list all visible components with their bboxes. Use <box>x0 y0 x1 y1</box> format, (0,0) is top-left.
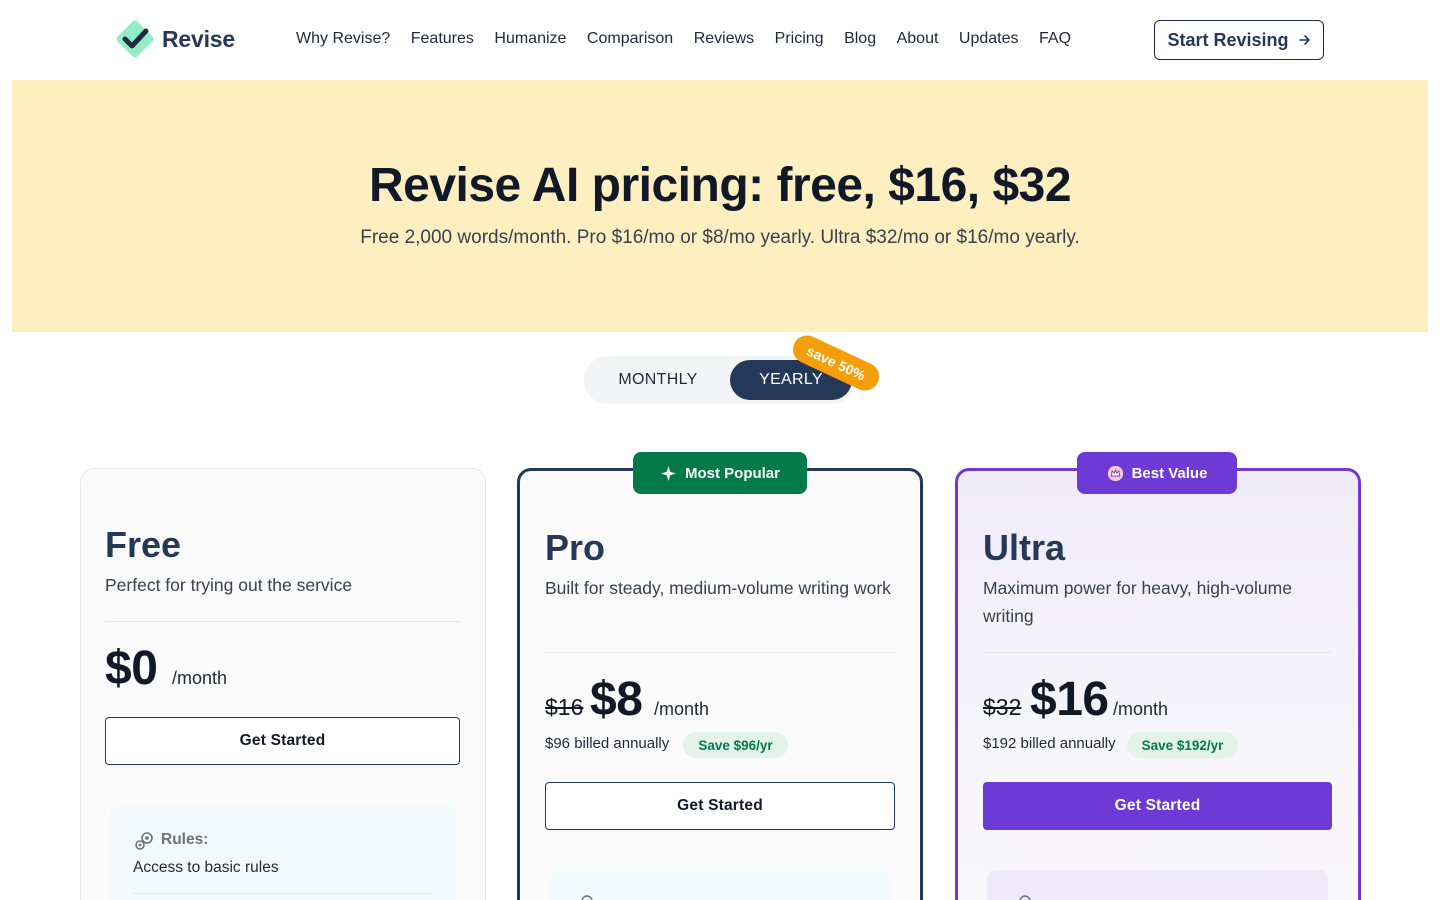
most-popular-badge: Most Popular <box>633 452 807 494</box>
nav-link-blog[interactable]: Blog <box>844 30 876 48</box>
nav-link-pricing[interactable]: Pricing <box>775 30 824 48</box>
most-popular-label: Most Popular <box>684 464 780 482</box>
price-pro: $8 <box>590 673 643 726</box>
per-month-ultra: /month <box>1113 699 1169 719</box>
rules-text: Access to basic rules <box>133 859 279 876</box>
plan-desc-free: Perfect for trying out the service <box>105 575 353 595</box>
toggle-monthly[interactable]: MONTHLY <box>584 360 732 400</box>
save-badge-ultra: Save $192/yr <box>1127 732 1238 758</box>
feature-box-ultra <box>987 870 1328 900</box>
nav-link-reviews[interactable]: Reviews <box>694 30 754 48</box>
get-started-ultra-button[interactable]: Get Started <box>983 782 1332 830</box>
nav-link-why-revise[interactable]: Why Revise? <box>296 30 390 48</box>
plan-desc-pro: Built for steady, medium-volume writing … <box>545 578 891 598</box>
arrow-right-icon <box>1298 35 1310 45</box>
divider <box>133 893 432 894</box>
nav-link-updates[interactable]: Updates <box>959 30 1019 48</box>
per-month-free: /month <box>172 668 228 688</box>
plan-name-free: Free <box>105 524 182 565</box>
rules-icon <box>581 895 593 900</box>
per-month-pro: /month <box>654 699 710 719</box>
page-title: Revise AI pricing: free, $16, $32 <box>368 159 1072 212</box>
start-revising-button[interactable]: Start Revising <box>1154 20 1324 60</box>
rules-icon <box>1019 895 1031 900</box>
old-price-pro: $16 <box>545 694 584 720</box>
plan-name-pro: Pro <box>545 527 606 568</box>
save-badge-pro: Save $96/yr <box>683 732 788 758</box>
logo-check-icon <box>116 20 154 58</box>
divider <box>545 652 895 653</box>
best-value-label: Best Value <box>1131 464 1208 482</box>
old-price-ultra: $32 <box>983 694 1022 720</box>
get-started-free-button[interactable]: Get Started <box>105 717 460 765</box>
best-value-badge: Best Value <box>1077 452 1237 494</box>
billed-annually-pro: $96 billed annually <box>545 735 670 752</box>
top-nav: Revise Why Revise? Features Humanize Com… <box>0 0 1440 80</box>
feature-box-pro <box>549 870 891 900</box>
nav-link-humanize[interactable]: Humanize <box>494 30 566 48</box>
hero-banner: Revise AI pricing: free, $16, $32 Free 2… <box>12 80 1428 332</box>
logo[interactable]: Revise <box>116 20 235 58</box>
feature-box-free <box>109 805 456 900</box>
start-revising-label: Start Revising <box>1167 29 1289 50</box>
rules-label: Rules: <box>161 831 209 848</box>
get-started-pro-button[interactable]: Get Started <box>545 782 895 830</box>
page-subtitle: Free 2,000 words/month. Pro $16/mo or $8… <box>360 227 1080 248</box>
divider <box>105 621 460 622</box>
price-ultra: $16 <box>1030 673 1109 726</box>
plan-name-ultra: Ultra <box>983 527 1066 568</box>
divider <box>983 652 1332 653</box>
price-free: $0 <box>105 642 158 695</box>
nav-link-faq[interactable]: FAQ <box>1039 30 1071 48</box>
nav-links: Why Revise? Features Humanize Comparison… <box>296 30 1092 48</box>
plan-desc-ultra: Maximum power for heavy, high-volume wri… <box>983 578 1292 626</box>
crown-icon <box>1107 465 1123 481</box>
nav-link-comparison[interactable]: Comparison <box>587 30 673 48</box>
billed-annually-ultra: $192 billed annually <box>983 735 1116 752</box>
brand-name: Revise <box>162 25 235 52</box>
sparkle-icon <box>660 465 676 481</box>
rules-icon <box>135 832 153 850</box>
nav-link-about[interactable]: About <box>897 30 939 48</box>
nav-link-features[interactable]: Features <box>411 30 474 48</box>
